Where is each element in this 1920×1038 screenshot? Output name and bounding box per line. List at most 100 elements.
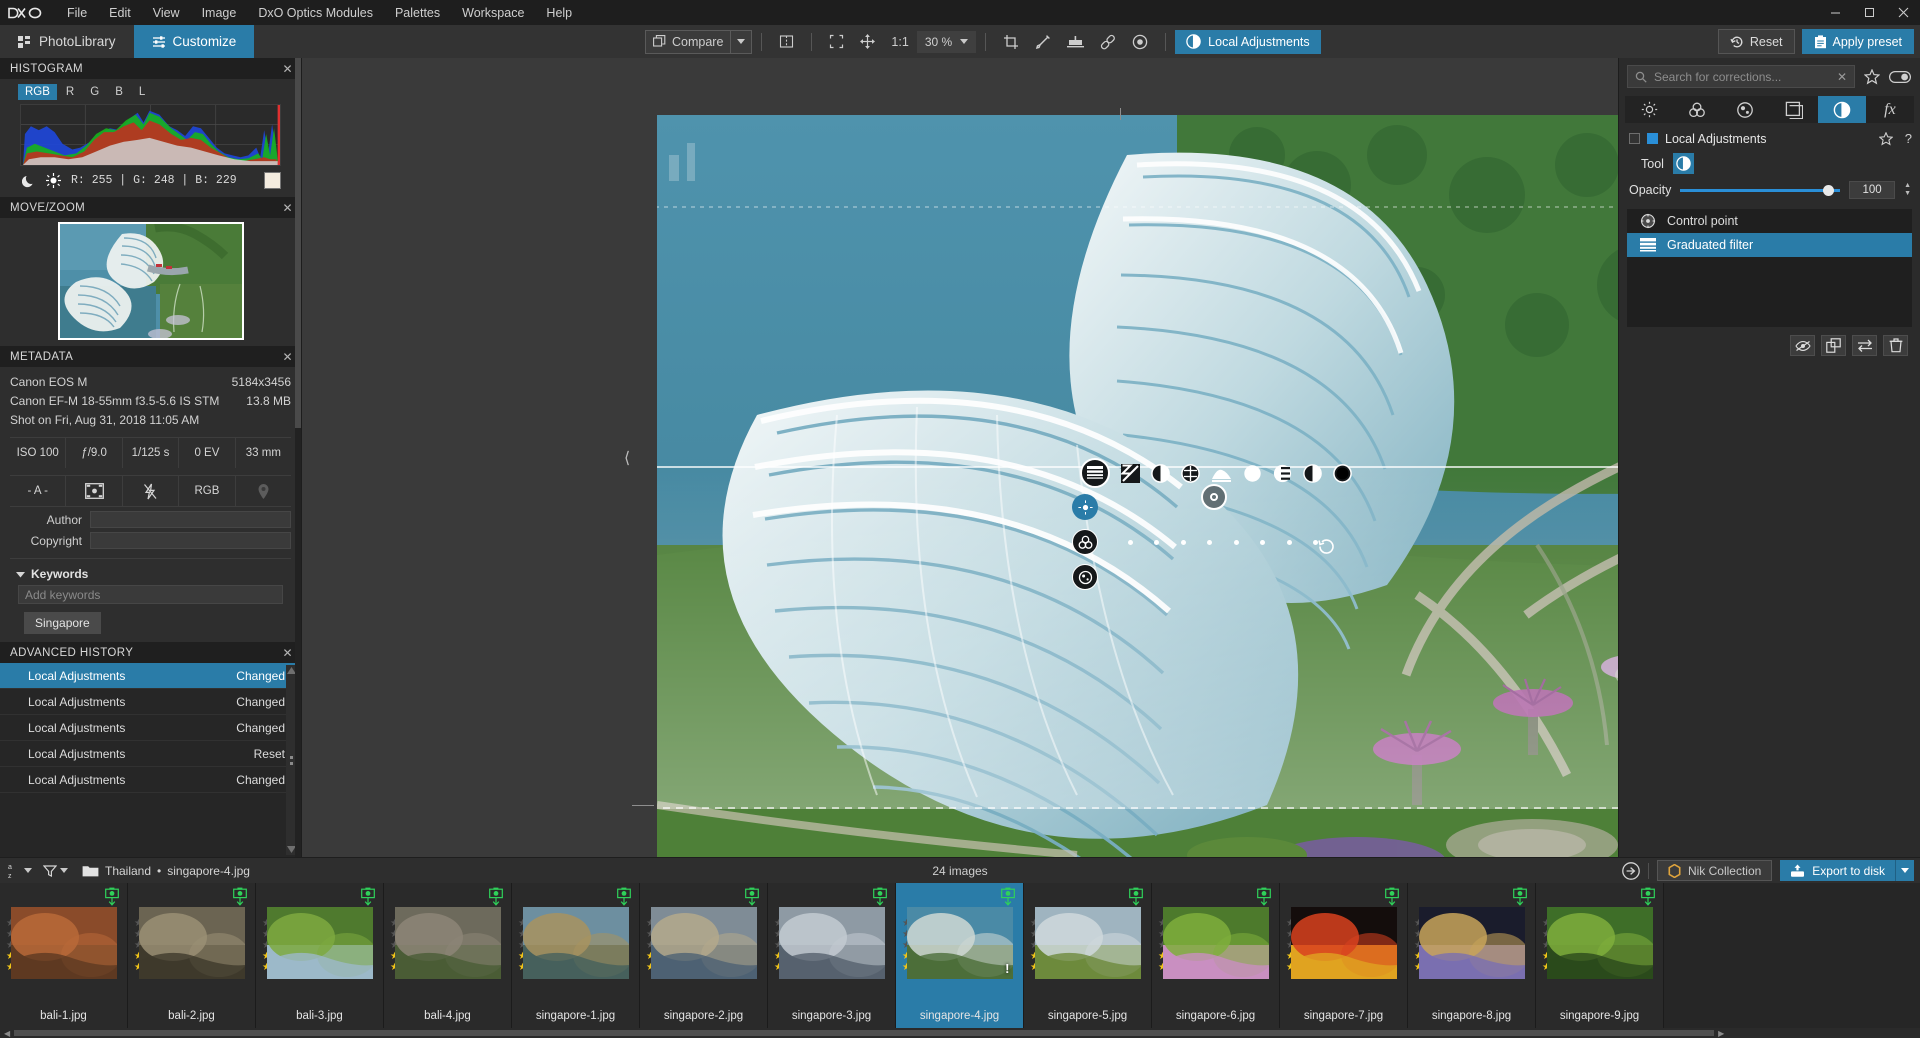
menu-item-view[interactable]: View xyxy=(142,4,191,22)
menu-item-edit[interactable]: Edit xyxy=(98,4,142,22)
repair-button[interactable] xyxy=(1092,30,1124,54)
search-input[interactable]: Search for corrections... ✕ xyxy=(1627,65,1855,88)
preview-button[interactable] xyxy=(1124,30,1156,54)
close-icon[interactable]: ✕ xyxy=(283,201,293,215)
filmstrip-item[interactable]: ★ ★ ★ ★ ★ bali-3.jpg xyxy=(256,883,384,1038)
reset-button[interactable]: Reset xyxy=(1717,29,1795,54)
copyright-input[interactable] xyxy=(90,532,291,549)
menu-item-image[interactable]: Image xyxy=(191,4,248,22)
history-row[interactable]: Local Adjustments Changed xyxy=(0,663,301,689)
graduated-filter-feather-handles[interactable] xyxy=(669,528,1618,530)
show-mask-button[interactable] xyxy=(1790,335,1815,356)
tab-detail[interactable] xyxy=(1721,96,1769,123)
tool-graduated-filter-button[interactable] xyxy=(1672,153,1694,174)
hue-icon[interactable] xyxy=(1303,463,1322,483)
light-handle[interactable] xyxy=(1072,494,1098,520)
reset-mask-icon[interactable] xyxy=(1316,536,1337,557)
filmstrip-item[interactable]: ★ ★ ★ ★ ★ singapore-5.jpg xyxy=(1024,883,1152,1038)
menu-item-file[interactable]: File xyxy=(56,4,98,22)
menu-item-dxo-optics-modules[interactable]: DxO Optics Modules xyxy=(247,4,384,22)
filmstrip-item[interactable]: ★ ★ ★ ★ ★ singapore-7.jpg xyxy=(1280,883,1408,1038)
eyedropper-button[interactable] xyxy=(1027,30,1059,54)
history-row[interactable]: Local Adjustments Reset xyxy=(0,741,301,767)
mask-item-graduated-filter[interactable]: Graduated filter xyxy=(1627,233,1912,257)
blur-icon[interactable] xyxy=(1333,463,1352,483)
invert-mask-button[interactable] xyxy=(1852,335,1877,356)
filmstrip-thumbnail[interactable] xyxy=(394,907,501,979)
filmstrip-thumbnail[interactable] xyxy=(138,907,245,979)
close-button[interactable] xyxy=(1886,0,1920,25)
filmstrip-thumbnail[interactable] xyxy=(650,907,757,979)
filmstrip-item[interactable]: ★ ★ ★ ★ ★ bali-1.jpg xyxy=(0,883,128,1038)
star-icon[interactable] xyxy=(1864,68,1880,85)
history-row[interactable]: Local Adjustments Changed xyxy=(0,715,301,741)
duplicate-mask-button[interactable] xyxy=(1821,335,1846,356)
microcontrast-icon[interactable] xyxy=(1181,463,1200,483)
image-viewer[interactable]: ⟨ ⟩ xyxy=(302,58,1618,857)
opacity-slider[interactable] xyxy=(1680,182,1841,198)
contrast-icon[interactable] xyxy=(1151,463,1170,483)
filmstrip-item[interactable]: ★ ★ ★ ★ ★ singapore-2.jpg xyxy=(640,883,768,1038)
minimize-button[interactable] xyxy=(1818,0,1852,25)
color-handle[interactable] xyxy=(1072,529,1098,555)
filmstrip-item[interactable]: ★ ★ ★ ★ ★ singapore-6.jpg xyxy=(1152,883,1280,1038)
moon-icon[interactable] xyxy=(22,174,36,188)
section-help-icon[interactable]: ? xyxy=(1905,131,1912,146)
tab-light[interactable] xyxy=(1625,96,1673,123)
selective-tone-icon[interactable] xyxy=(1211,464,1232,483)
section-favorite-icon[interactable] xyxy=(1878,131,1893,146)
filmstrip-item[interactable]: ★ ★ ★ ★ ★ bali-4.jpg xyxy=(384,883,512,1038)
vibrancy-icon[interactable] xyxy=(1243,464,1262,483)
filmstrip-item[interactable]: ★ ★ ★ ★ ★ singapore-9.jpg xyxy=(1536,883,1664,1038)
sort-az-icon[interactable]: az xyxy=(8,862,32,879)
filter-funnel-icon[interactable] xyxy=(43,864,68,878)
close-icon[interactable]: ✕ xyxy=(283,350,293,364)
graduated-filter-handle[interactable] xyxy=(1080,458,1110,488)
maximize-button[interactable] xyxy=(1852,0,1886,25)
keyword-tag[interactable]: Singapore xyxy=(24,612,101,634)
compare-button[interactable]: Compare xyxy=(646,30,730,54)
close-icon[interactable]: ✕ xyxy=(283,646,293,660)
opacity-value[interactable]: 100 xyxy=(1849,181,1896,199)
menu-item-palettes[interactable]: Palettes xyxy=(384,4,451,22)
keywords-input[interactable]: Add keywords xyxy=(18,585,283,604)
export-dropdown-button[interactable] xyxy=(1895,860,1914,881)
tab-geometry[interactable] xyxy=(1770,96,1818,123)
section-checkbox[interactable] xyxy=(1629,133,1640,144)
histogram-channel-b[interactable]: B xyxy=(108,84,130,100)
filmstrip-thumbnail[interactable] xyxy=(778,907,885,979)
menu-item-workspace[interactable]: Workspace xyxy=(451,4,535,22)
menu-item-help[interactable]: Help xyxy=(535,4,583,22)
keywords-header[interactable]: Keywords xyxy=(10,559,291,585)
tab-local-adjustments[interactable] xyxy=(1817,96,1866,123)
delete-mask-button[interactable] xyxy=(1883,335,1908,356)
filmstrip-thumbnail[interactable] xyxy=(1162,907,1269,979)
zoom-level-select[interactable]: 30 % xyxy=(916,30,977,53)
author-input[interactable] xyxy=(90,511,291,528)
tab-customize[interactable]: Customize xyxy=(133,25,255,58)
tab-effects[interactable]: fx xyxy=(1866,96,1914,123)
crop-button[interactable] xyxy=(995,30,1027,54)
filmstrip-thumbnail[interactable] xyxy=(10,907,117,979)
filmstrip[interactable]: ●●● ★★★★★bali-1.jpg★★★★★bali-2.jpg★★★★★b… xyxy=(0,883,1920,1038)
filmstrip-thumbnail[interactable] xyxy=(1418,907,1525,979)
filmstrip-scrollbar[interactable]: ◀ ▶ xyxy=(0,1028,1920,1038)
detail-handle[interactable] xyxy=(1072,564,1098,590)
zoom-1-1-button[interactable]: 1:1 xyxy=(883,30,916,54)
horizon-button[interactable] xyxy=(1059,30,1092,54)
mask-item-control-point[interactable]: Control point xyxy=(1627,209,1912,233)
graduated-filter-feather-dots[interactable] xyxy=(1128,540,1318,545)
compare-dropdown[interactable] xyxy=(730,29,751,54)
pan-button[interactable] xyxy=(852,30,883,54)
filmstrip-thumbnail[interactable] xyxy=(266,907,373,979)
toggle-switch-icon[interactable] xyxy=(1889,70,1911,83)
tab-photolibrary[interactable]: PhotoLibrary xyxy=(0,25,134,58)
filmstrip-thumbnail[interactable] xyxy=(1290,907,1397,979)
filmstrip-item[interactable]: ★ ★ ★ ★ ★ bali-2.jpg xyxy=(128,883,256,1038)
histogram-channel-l[interactable]: L xyxy=(132,84,152,100)
apply-preset-button[interactable]: Apply preset xyxy=(1801,29,1914,54)
filmstrip-thumbnail[interactable] xyxy=(522,907,629,979)
fit-to-screen-button[interactable] xyxy=(821,30,852,54)
exposure-compensation-icon[interactable] xyxy=(1121,463,1140,483)
history-row[interactable]: Local Adjustments Changed xyxy=(0,689,301,715)
